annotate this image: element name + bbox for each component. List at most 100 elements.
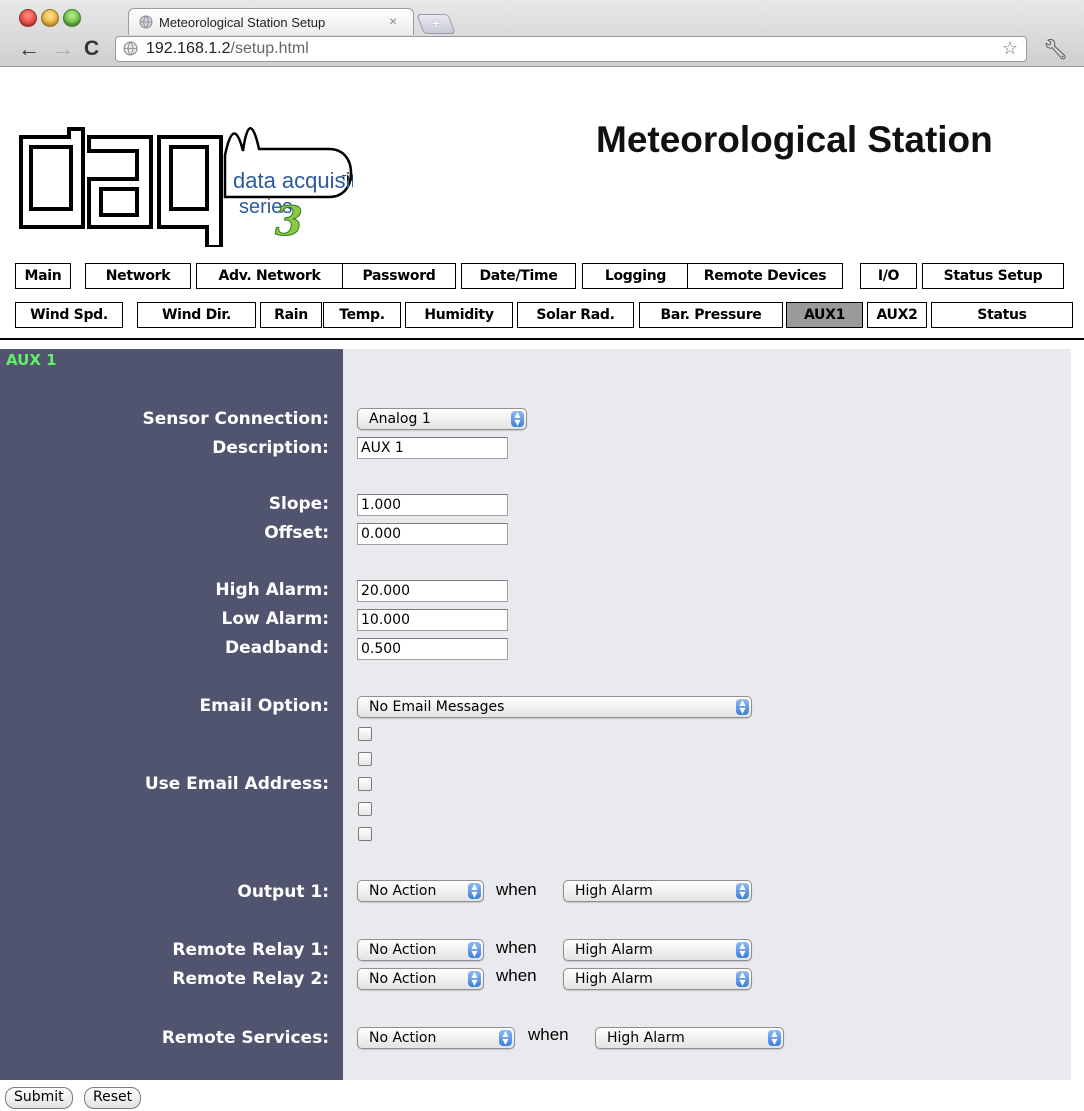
zoom-window-button[interactable] — [63, 9, 81, 27]
output1-label: Output 1: — [237, 882, 329, 902]
select-arrows-icon: ▲ ▼ — [736, 942, 749, 958]
sensor-connection-select[interactable]: Analog 1 ▲ ▼ — [357, 408, 527, 430]
close-window-button[interactable] — [19, 9, 37, 27]
submit-button[interactable]: Submit — [5, 1087, 73, 1109]
forward-arrow-icon[interactable]: → — [52, 38, 74, 60]
description-label: Description: — [212, 438, 329, 458]
remote-relay1-condition-select[interactable]: High Alarm ▲ ▼ — [563, 939, 752, 961]
select-arrows-icon: ▲ ▼ — [736, 699, 749, 715]
select-arrows-icon: ▲ ▼ — [499, 1030, 512, 1046]
bookmark-star-icon[interactable]: ☆ — [1002, 38, 1018, 59]
tab-aux1[interactable]: AUX1 — [786, 302, 863, 328]
tab-remote-devices[interactable]: Remote Devices — [687, 263, 843, 289]
address-bar[interactable]: 192.168.1.2/setup.html ☆ — [115, 36, 1027, 62]
reset-button[interactable]: Reset — [84, 1087, 142, 1109]
offset-label: Offset: — [264, 523, 329, 543]
url-text: 192.168.1.2/setup.html — [146, 40, 309, 58]
logo-line1: data acquisition — [233, 168, 353, 193]
remote-relay2-action-value: No Action — [369, 971, 437, 987]
remote-relay1-action-select[interactable]: No Action ▲ ▼ — [357, 939, 484, 961]
tab-io[interactable]: I/O — [860, 263, 917, 289]
select-arrows-icon: ▲ ▼ — [468, 942, 481, 958]
output1-action-select[interactable]: No Action ▲ ▼ — [357, 880, 484, 902]
tab-status[interactable]: Status — [931, 302, 1073, 328]
output1-action-value: No Action — [369, 883, 437, 899]
logo-number: 3 — [275, 198, 303, 245]
browser-toolbar: Meteorological Station Setup × + ← → C 1… — [0, 0, 1084, 67]
page-title: Meteorological Station — [596, 119, 993, 160]
email-address-checkbox[interactable] — [358, 752, 372, 766]
remote-relay1-condition-value: High Alarm — [575, 942, 653, 958]
url-path: /setup.html — [230, 40, 309, 57]
browser-tab[interactable]: Meteorological Station Setup × — [128, 8, 414, 35]
remote-relay2-condition-value: High Alarm — [575, 971, 653, 987]
section-title: AUX 1 — [6, 351, 57, 369]
tab-close-icon[interactable]: × — [389, 13, 397, 29]
globe-icon — [139, 15, 153, 29]
slope-label: Slope: — [268, 494, 329, 514]
output1-condition-select[interactable]: High Alarm ▲ ▼ — [563, 880, 752, 902]
slope-input[interactable]: 1.000 — [357, 494, 508, 516]
sensor-connection-value: Analog 1 — [369, 411, 431, 427]
high-alarm-input[interactable]: 20.000 — [357, 580, 508, 602]
tab-rain[interactable]: Rain — [260, 302, 322, 328]
when-text: when — [496, 938, 537, 957]
remote-services-action-value: No Action — [369, 1030, 437, 1046]
remote-services-label: Remote Services: — [161, 1028, 329, 1048]
header-divider — [0, 338, 1084, 340]
tab-network[interactable]: Network — [85, 263, 191, 289]
tab-aux2[interactable]: AUX2 — [867, 302, 927, 328]
tab-wind-direction[interactable]: Wind Dir. — [137, 302, 256, 328]
tab-wind-speed[interactable]: Wind Spd. — [15, 302, 123, 328]
offset-input[interactable]: 0.000 — [357, 523, 508, 545]
low-alarm-label: Low Alarm: — [221, 609, 330, 629]
remote-relay1-label: Remote Relay 1: — [172, 940, 329, 960]
remote-relay1-action-value: No Action — [369, 942, 437, 958]
remote-services-condition-value: High Alarm — [607, 1030, 685, 1046]
deadband-label: Deadband: — [225, 638, 329, 658]
when-text: when — [496, 880, 537, 899]
minimize-window-button[interactable] — [41, 9, 59, 27]
email-address-checkbox[interactable] — [358, 777, 372, 791]
email-address-checkbox[interactable] — [358, 727, 372, 741]
deadband-input[interactable]: 0.500 — [357, 638, 508, 660]
sensor-connection-label: Sensor Connection: — [142, 409, 329, 429]
daq-logo: data acquisition series TM 3 — [19, 127, 353, 247]
tab-password[interactable]: Password — [342, 263, 456, 289]
tab-bar-pressure[interactable]: Bar. Pressure — [639, 302, 783, 328]
select-arrows-icon: ▲ ▼ — [768, 1030, 781, 1046]
tab-status-setup[interactable]: Status Setup — [922, 263, 1064, 289]
logo-tm: TM — [341, 174, 353, 183]
email-option-value: No Email Messages — [369, 699, 505, 715]
use-email-address-label: Use Email Address: — [144, 774, 329, 794]
remote-services-action-select[interactable]: No Action ▲ ▼ — [357, 1027, 515, 1049]
select-arrows-icon: ▲ ▼ — [736, 971, 749, 987]
email-option-label: Email Option: — [199, 696, 329, 716]
remote-relay2-action-select[interactable]: No Action ▲ ▼ — [357, 968, 484, 990]
plus-icon: + — [431, 15, 440, 31]
tab-logging[interactable]: Logging — [582, 263, 689, 289]
tab-humidity[interactable]: Humidity — [405, 302, 513, 328]
tab-date-time[interactable]: Date/Time — [461, 263, 576, 289]
tab-temperature[interactable]: Temp. — [323, 302, 401, 328]
description-input[interactable]: AUX 1 — [357, 437, 508, 459]
output1-condition-value: High Alarm — [575, 883, 653, 899]
tab-adv-network[interactable]: Adv. Network — [196, 263, 343, 289]
wrench-icon[interactable]: 🔧︎ — [1043, 37, 1068, 62]
high-alarm-label: High Alarm: — [215, 580, 329, 600]
remote-relay2-condition-select[interactable]: High Alarm ▲ ▼ — [563, 968, 752, 990]
select-arrows-icon: ▲ ▼ — [736, 883, 749, 899]
back-arrow-icon[interactable]: ← — [18, 38, 40, 60]
email-option-select[interactable]: No Email Messages ▲ ▼ — [357, 696, 752, 718]
url-host: 192.168.1.2 — [146, 40, 231, 57]
tab-solar-radiation[interactable]: Solar Rad. — [517, 302, 634, 328]
reload-icon[interactable]: C — [84, 38, 99, 60]
email-address-checkbox[interactable] — [358, 827, 372, 841]
new-tab-button[interactable]: + — [416, 14, 456, 34]
remote-relay2-label: Remote Relay 2: — [172, 969, 329, 989]
low-alarm-input[interactable]: 10.000 — [357, 609, 508, 631]
remote-services-condition-select[interactable]: High Alarm ▲ ▼ — [595, 1027, 784, 1049]
email-address-checkbox[interactable] — [358, 802, 372, 816]
tab-main[interactable]: Main — [15, 263, 71, 289]
when-text: when — [496, 966, 537, 985]
